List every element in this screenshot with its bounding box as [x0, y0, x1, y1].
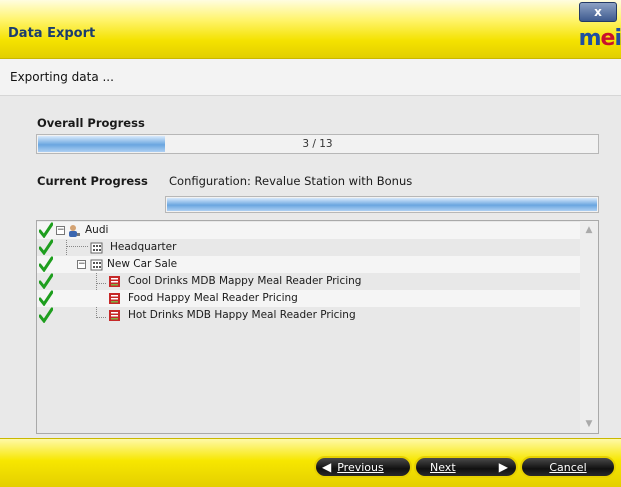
next-button-label: Next [430, 460, 456, 474]
check-icon [39, 222, 53, 238]
check-icon [39, 273, 53, 289]
building-icon [90, 242, 103, 254]
current-progress-bar [165, 196, 599, 213]
current-progress-label: Current Progress [37, 174, 148, 188]
page-subtitle: Exporting data ... [10, 70, 114, 84]
arrow-left-icon: ◀ [322, 460, 332, 474]
tree-scrollbar[interactable]: ▲ ▼ [580, 221, 598, 433]
scroll-up-icon[interactable]: ▲ [582, 223, 596, 237]
close-icon: x [594, 5, 602, 19]
window-title: Data Export [8, 26, 96, 41]
building-icon [90, 259, 103, 271]
check-icon [39, 307, 53, 323]
tree-item-label: Food Happy Meal Reader Pricing [128, 292, 298, 304]
user-group-icon [69, 225, 80, 237]
previous-button-label: Previous [337, 460, 384, 474]
cancel-button[interactable]: Cancel [520, 456, 616, 478]
check-icon [39, 290, 53, 306]
tree-item-cool-drinks[interactable]: Cool Drinks MDB Mappy Meal Reader Pricin… [37, 273, 580, 290]
close-button[interactable]: x [579, 2, 617, 22]
title-bar: Data Export x mei [0, 0, 621, 59]
tree-item-new-car-sale[interactable]: − New Car Sale [37, 256, 580, 273]
overall-progress-label: Overall Progress [37, 116, 145, 130]
check-icon [39, 239, 53, 255]
tree-item-label: New Car Sale [107, 258, 178, 270]
collapse-icon[interactable]: − [77, 260, 86, 269]
current-progress-fill [167, 198, 597, 211]
tree-item-headquarter[interactable]: Headquarter [37, 239, 580, 256]
previous-button[interactable]: ◀ Previous [314, 456, 412, 478]
check-icon [39, 256, 53, 272]
tree-item-audi[interactable]: − Audi [37, 222, 580, 239]
overall-progress-text: 3 / 13 [302, 138, 333, 150]
tree-item-label: Cool Drinks MDB Mappy Meal Reader Pricin… [128, 275, 362, 287]
tree-item-label: Hot Drinks MDB Happy Meal Reader Pricing [128, 309, 356, 321]
overall-progress-bar: 3 / 13 [36, 134, 599, 154]
page-header: Exporting data ... [0, 59, 621, 96]
config-document-icon [109, 276, 120, 287]
scroll-down-icon[interactable]: ▼ [582, 417, 596, 431]
current-configuration-text: Configuration: Revalue Station with Bonu… [169, 174, 413, 188]
tree-item-hot-drinks[interactable]: Hot Drinks MDB Happy Meal Reader Pricing [37, 307, 580, 324]
cancel-button-label: Cancel [549, 460, 587, 474]
arrow-right-icon: ▶ [498, 460, 508, 474]
tree-item-label: Audi [85, 224, 109, 236]
config-document-icon [109, 310, 120, 321]
export-tree[interactable]: − Audi Headquarter − New Car Sale Cool D… [36, 220, 599, 434]
next-button[interactable]: Next ▶ [414, 456, 518, 478]
config-document-icon [109, 293, 120, 304]
tree-item-label: Headquarter [110, 241, 177, 253]
collapse-icon[interactable]: − [56, 226, 65, 235]
mei-logo: mei [578, 26, 621, 51]
tree-item-food[interactable]: Food Happy Meal Reader Pricing [37, 290, 580, 307]
